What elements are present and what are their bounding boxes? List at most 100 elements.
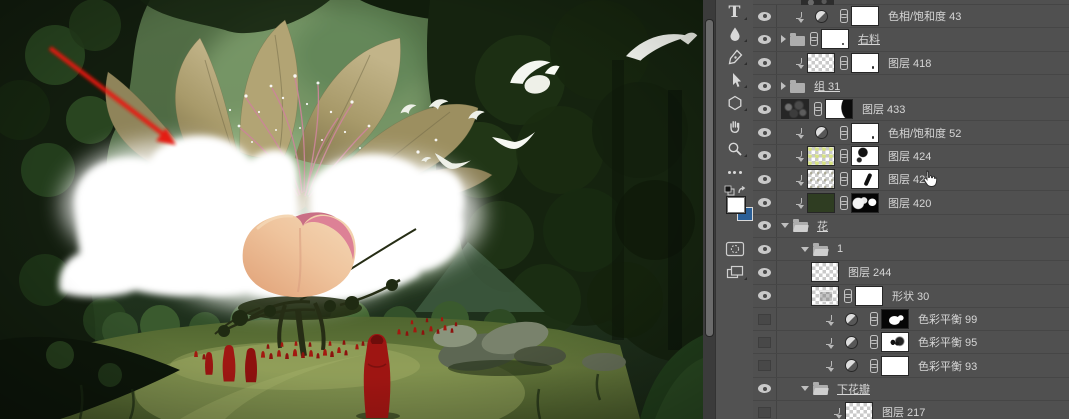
visibility-toggle[interactable] (753, 401, 777, 419)
layer-name[interactable]: 色彩平衡 99 (918, 311, 977, 327)
layer-name[interactable]: 下花瓣 (837, 381, 870, 397)
layer-name[interactable]: 图层 217 (882, 404, 925, 419)
layer-name[interactable]: 组 31 (814, 78, 840, 94)
layer-mask-thumbnail[interactable] (881, 309, 909, 329)
layer-row[interactable]: 形状 30 (753, 285, 1069, 308)
scrollbar-thumb[interactable] (705, 19, 714, 337)
visibility-toggle[interactable] (753, 168, 777, 190)
canvas-artwork (0, 0, 703, 419)
collapse-arrow-icon[interactable] (781, 223, 789, 228)
layer-mask-thumbnail[interactable] (851, 123, 879, 143)
layer-thumbnail[interactable] (811, 262, 839, 282)
layer-thumbnail[interactable] (837, 332, 865, 352)
link-icon (809, 32, 817, 46)
layer-name[interactable]: 图层 420 (888, 195, 931, 211)
layer-mask-thumbnail[interactable] (851, 53, 879, 73)
layer-name[interactable]: 图层 418 (888, 55, 931, 71)
type-tool-button[interactable]: T (716, 1, 753, 23)
visibility-toggle[interactable] (753, 145, 777, 167)
layer-thumbnail[interactable] (807, 146, 835, 166)
layer-mask-thumbnail[interactable] (825, 99, 853, 119)
layer-thumbnail[interactable] (807, 53, 835, 73)
layer-mask-thumbnail[interactable] (855, 286, 883, 306)
layer-mask-thumbnail[interactable] (821, 29, 849, 49)
quick-mask-button[interactable] (716, 238, 753, 260)
layer-row[interactable]: 图层 418 (753, 52, 1069, 75)
layer-group-row[interactable]: 组 31 (753, 75, 1069, 98)
layer-row[interactable]: 图层 217 (753, 401, 1069, 419)
path-selection-tool-button[interactable] (716, 69, 753, 91)
visibility-toggle[interactable] (753, 191, 777, 213)
visibility-toggle[interactable] (753, 28, 777, 50)
hand-tool-button[interactable] (716, 115, 753, 137)
screen-mode-button[interactable] (716, 261, 753, 283)
layer-thumbnail[interactable] (781, 99, 809, 119)
expand-arrow-icon[interactable] (781, 35, 786, 43)
layer-mask-thumbnail[interactable] (851, 193, 879, 213)
layer-group-row[interactable]: 下花瓣 (753, 378, 1069, 401)
layer-name[interactable]: 色相/饱和度 43 (888, 8, 961, 24)
layer-row[interactable]: 图层 420 (753, 191, 1069, 214)
layer-name[interactable]: 形状 30 (892, 288, 929, 304)
visibility-toggle[interactable] (753, 52, 777, 74)
expand-arrow-icon[interactable] (781, 82, 786, 90)
layer-row[interactable]: 图层 244 (753, 261, 1069, 284)
layer-row[interactable]: 图层 424 (753, 145, 1069, 168)
layer-mask-thumbnail[interactable] (851, 169, 879, 189)
layer-thumbnail[interactable] (807, 193, 835, 213)
shape-tool-button[interactable] (716, 92, 753, 114)
collapse-arrow-icon[interactable] (801, 386, 809, 391)
visibility-toggle[interactable] (753, 75, 777, 97)
visibility-toggle[interactable] (753, 121, 777, 143)
layer-group-row[interactable]: 花 (753, 215, 1069, 238)
layer-group-row[interactable]: 右料 (753, 28, 1069, 51)
visibility-toggle[interactable] (753, 238, 777, 260)
layer-row[interactable]: 图层 423 (753, 168, 1069, 191)
blur-tool-button[interactable] (716, 23, 753, 45)
layer-group-row[interactable]: 1 (753, 238, 1069, 261)
layer-name[interactable]: 图层 424 (888, 148, 931, 164)
layer-thumbnail[interactable] (845, 402, 873, 419)
layer-row[interactable]: 色彩平衡 99 (753, 308, 1069, 331)
document-canvas[interactable] (0, 0, 703, 419)
layer-mask-thumbnail[interactable] (851, 146, 879, 166)
layer-row-content: 色彩平衡 93 (777, 354, 977, 376)
layer-row[interactable]: 色彩平衡 95 (753, 331, 1069, 354)
layer-thumbnail[interactable] (807, 169, 835, 189)
foreground-color-swatch[interactable] (726, 196, 746, 214)
layer-mask-thumbnail[interactable] (881, 332, 909, 352)
visibility-toggle[interactable] (753, 354, 777, 376)
layer-row[interactable]: 图层 433 (753, 98, 1069, 121)
visibility-toggle[interactable] (753, 331, 777, 353)
layer-mask-thumbnail[interactable] (881, 356, 909, 376)
visibility-toggle[interactable] (753, 308, 777, 330)
layer-thumbnail[interactable] (811, 286, 839, 306)
canvas-vertical-scrollbar[interactable] (703, 0, 716, 419)
layer-row[interactable]: 色相/饱和度 43 (753, 5, 1069, 28)
layer-row[interactable]: 色相/饱和度 52 (753, 121, 1069, 144)
layer-thumbnail[interactable] (837, 356, 865, 376)
visibility-toggle[interactable] (753, 215, 777, 237)
collapse-arrow-icon[interactable] (801, 247, 809, 252)
layer-name[interactable]: 花 (817, 218, 828, 234)
layer-name[interactable]: 色相/饱和度 52 (888, 125, 961, 141)
visibility-toggle[interactable] (753, 261, 777, 283)
pen-tool-button[interactable] (716, 46, 753, 68)
layer-name[interactable]: 右料 (858, 31, 880, 47)
layer-name[interactable]: 色彩平衡 93 (918, 358, 977, 374)
layer-mask-thumbnail[interactable] (851, 6, 879, 26)
visibility-toggle[interactable] (753, 285, 777, 307)
visibility-toggle[interactable] (753, 98, 777, 120)
layer-row[interactable]: 色彩平衡 93 (753, 354, 1069, 377)
layer-thumbnail[interactable] (807, 123, 835, 143)
layer-name[interactable]: 色彩平衡 95 (918, 334, 977, 350)
layer-thumbnail[interactable] (837, 309, 865, 329)
visibility-toggle[interactable] (753, 378, 777, 400)
visibility-toggle[interactable] (753, 5, 777, 27)
layer-name[interactable]: 图层 244 (848, 264, 891, 280)
eye-icon (758, 384, 771, 393)
layer-thumbnail[interactable] (807, 6, 835, 26)
zoom-tool-button[interactable] (716, 138, 753, 160)
layer-name[interactable]: 图层 433 (862, 101, 905, 117)
layer-name[interactable]: 1 (837, 243, 843, 255)
